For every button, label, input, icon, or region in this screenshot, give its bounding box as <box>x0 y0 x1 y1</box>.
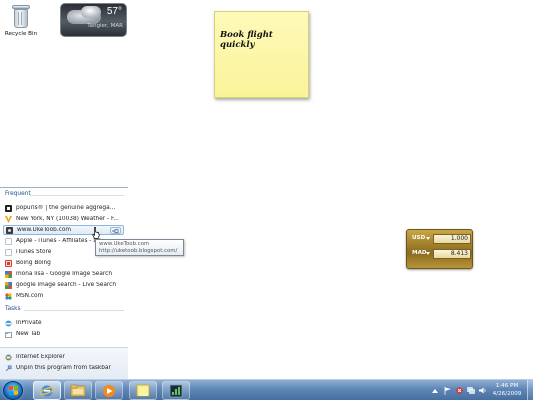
currency-row[interactable]: MAD 8.413 <box>411 249 471 260</box>
weather-temperature: 57° <box>106 6 122 17</box>
weather-location: Tangier, MAR <box>87 23 123 29</box>
recycle-bin-icon <box>11 5 31 29</box>
list-item[interactable]: MSN.com <box>3 291 124 301</box>
pin-icon[interactable] <box>110 227 121 234</box>
list-item[interactable]: www.UkeToob.com <box>3 225 124 235</box>
recycle-bin[interactable]: Recycle Bin <box>4 3 38 37</box>
task-item[interactable]: New Tab <box>3 329 124 339</box>
new-tab-icon <box>5 331 12 338</box>
windows-logo-icon <box>8 385 18 396</box>
notification-area <box>431 383 487 398</box>
dropdown-arrow-icon[interactable] <box>426 237 430 240</box>
frequent-heading: Frequent <box>5 191 31 197</box>
network-icon[interactable] <box>467 387 475 395</box>
weather-favicon <box>5 215 12 223</box>
boingboing-favicon <box>5 259 12 267</box>
show-desktop-button[interactable] <box>527 380 533 400</box>
tooltip-title: www.UkeToob.com <box>99 241 150 247</box>
show-hidden-icons-icon[interactable] <box>431 387 439 395</box>
taskbar: 1:46 PM 4/26/2009 <box>0 379 533 400</box>
taskbar-media-player[interactable] <box>95 381 123 400</box>
list-item[interactable]: mona lisa - Google Image Search <box>3 269 124 279</box>
task-item[interactable]: InPrivate <box>3 318 124 328</box>
sticky-note[interactable]: Book flight quickly <box>214 11 309 98</box>
taskbar-clock[interactable]: 1:46 PM 4/26/2009 <box>489 382 525 398</box>
internet-explorer-icon <box>5 354 12 361</box>
apple-page-icon <box>5 237 12 245</box>
folder-icon <box>70 384 86 397</box>
hand-cursor-icon <box>92 227 100 239</box>
currency-code[interactable]: USD <box>412 235 425 241</box>
tooltip-url: http://uketoob.blogspot.com/ <box>99 248 178 254</box>
list-item[interactable]: google image search - Live Search <box>3 280 124 290</box>
msn-favicon <box>5 292 12 300</box>
internet-explorer-icon <box>40 385 54 396</box>
taskbar-sticky-notes[interactable] <box>129 381 157 400</box>
tasks-heading: Tasks <box>5 306 21 312</box>
sticky-notes-icon <box>136 384 150 397</box>
ie-jump-list: Frequent popurls® | the genuine aggrega.… <box>0 187 128 380</box>
sticky-note-text[interactable]: Book flight quickly <box>220 30 308 50</box>
taskbar-internet-explorer[interactable] <box>33 381 61 400</box>
currency-gadget[interactable]: USD 1.000 MAD 8.413 <box>406 229 473 269</box>
taskbar-windows-explorer[interactable] <box>64 381 92 400</box>
open-program-item[interactable]: Internet Explorer <box>3 352 124 362</box>
currency-code[interactable]: MAD <box>412 250 427 256</box>
uketoob-favicon <box>6 226 13 234</box>
start-button[interactable] <box>3 381 23 400</box>
list-item[interactable]: popurls® | the genuine aggrega... <box>3 203 124 213</box>
clock-time: 1:46 PM <box>495 383 519 389</box>
currency-row[interactable]: USD 1.000 <box>411 234 471 245</box>
popurls-favicon <box>5 204 12 212</box>
gadgets-icon <box>169 384 183 397</box>
currency-value[interactable]: 1.000 <box>433 234 471 244</box>
volume-icon[interactable] <box>479 387 487 395</box>
google-favicon <box>5 270 12 278</box>
list-item[interactable]: New York, NY (10038) Weather - F... <box>3 214 124 224</box>
inprivate-icon <box>5 320 12 327</box>
unpin-icon <box>5 365 12 372</box>
media-player-icon <box>103 384 115 397</box>
list-item[interactable]: Boing Boing <box>3 258 124 268</box>
itunes-page-icon <box>5 248 12 256</box>
error-badge-icon[interactable] <box>455 387 463 395</box>
dropdown-arrow-icon[interactable] <box>426 252 430 255</box>
taskbar-gadgets[interactable] <box>162 381 190 400</box>
action-center-flag-icon[interactable] <box>443 386 451 395</box>
weather-gadget[interactable]: 57° Tangier, MAR <box>60 3 127 37</box>
currency-value[interactable]: 8.413 <box>433 249 471 259</box>
tooltip: www.UkeToob.com http://uketoob.blogspot.… <box>95 239 184 256</box>
recycle-bin-label: Recycle Bin <box>4 31 38 37</box>
clock-date: 4/26/2009 <box>492 391 522 397</box>
live-search-favicon <box>5 281 12 289</box>
unpin-item[interactable]: Unpin this program from taskbar <box>3 363 124 373</box>
